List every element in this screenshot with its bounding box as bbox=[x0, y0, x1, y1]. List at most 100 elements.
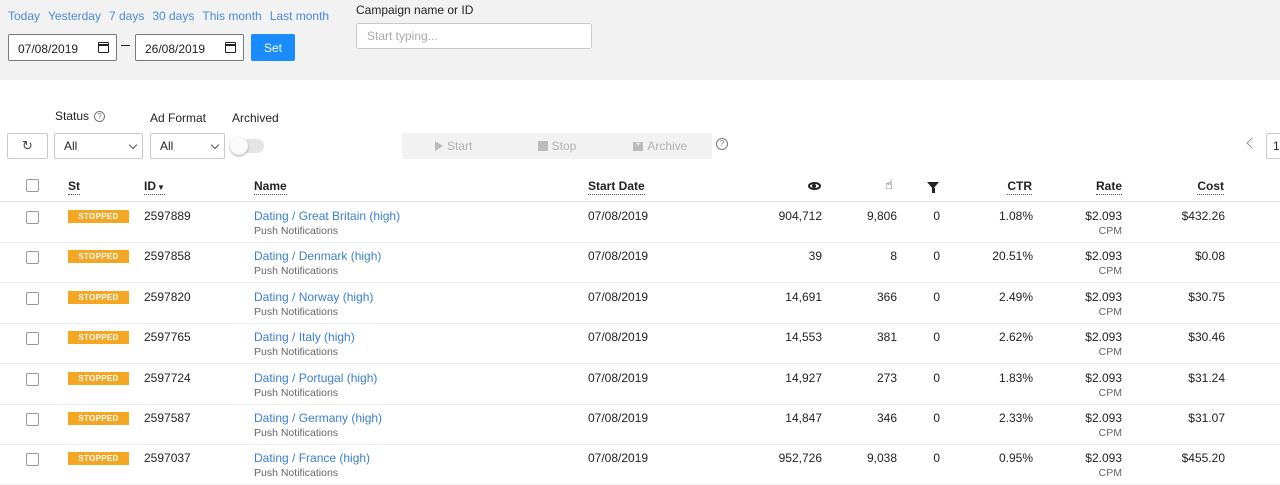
stop-icon bbox=[537, 141, 548, 151]
campaign-start-date: 07/08/2019 bbox=[588, 289, 649, 304]
campaign-ctr: 2.62% bbox=[998, 330, 1033, 345]
eye-icon[interactable] bbox=[808, 182, 821, 190]
campaign-ad-format: Push Notifications bbox=[254, 225, 339, 237]
date-to-input[interactable]: 26/08/2019 bbox=[135, 34, 244, 61]
campaign-clicks: 381 bbox=[876, 330, 897, 345]
campaign-name-link[interactable]: Dating / Italy (high) bbox=[254, 330, 355, 344]
campaign-start-date: 07/08/2019 bbox=[588, 451, 649, 466]
click-icon[interactable]: ☝ bbox=[885, 177, 893, 193]
archive-button[interactable]: Archive bbox=[609, 133, 712, 159]
column-header-cost[interactable]: Cost bbox=[1197, 179, 1224, 195]
campaign-ad-format: Push Notifications bbox=[254, 305, 339, 318]
date-to-value: 26/08/2019 bbox=[145, 42, 206, 56]
column-header-start-date[interactable]: Start Date bbox=[588, 179, 645, 195]
campaign-search-label: Campaign name or ID bbox=[356, 3, 474, 17]
campaign-clicks: 9,038 bbox=[866, 451, 897, 466]
campaign-name-link[interactable]: Dating / France (high) bbox=[254, 451, 370, 465]
date-range-dash bbox=[121, 45, 130, 46]
campaign-name-link[interactable]: Dating / Denmark (high) bbox=[254, 249, 381, 263]
quick-range-7-days[interactable]: 7 days bbox=[109, 9, 144, 23]
row-checkbox[interactable] bbox=[26, 251, 39, 265]
calendar-icon[interactable] bbox=[225, 42, 236, 53]
campaign-cost: $30.75 bbox=[1188, 289, 1225, 304]
quick-range-30-days[interactable]: 30 days bbox=[152, 9, 194, 23]
set-date-button[interactable]: Set bbox=[251, 34, 295, 61]
prev-page-icon[interactable] bbox=[1246, 137, 1258, 149]
help-icon[interactable]: ? bbox=[94, 111, 106, 122]
status-badge: STOPPED bbox=[68, 371, 129, 385]
campaign-id: 2597820 bbox=[144, 289, 191, 304]
status-select[interactable]: All bbox=[54, 133, 143, 159]
campaign-search-input[interactable] bbox=[356, 23, 592, 49]
archived-label: Archived bbox=[232, 111, 279, 125]
campaign-rate: $2.093 bbox=[1085, 451, 1122, 466]
column-header-rate[interactable]: Rate bbox=[1095, 179, 1122, 195]
campaign-cost: $455.20 bbox=[1181, 451, 1225, 466]
campaign-ad-format: Push Notifications bbox=[254, 467, 339, 480]
quick-range-yesterday[interactable]: Yesterday bbox=[48, 9, 101, 23]
campaign-conversions: 0 bbox=[933, 289, 940, 304]
table-row: STOPPED 2597889 Dating / Great Britain (… bbox=[0, 203, 1280, 243]
table-row: STOPPED 2597724 Dating / Portugal (high)… bbox=[0, 365, 1280, 405]
table-header: St ID▼ Name Start Date ☝ CTR Rate Cost bbox=[0, 172, 1280, 202]
refresh-button[interactable]: ↻ bbox=[7, 133, 48, 159]
column-header-name[interactable]: Name bbox=[254, 179, 287, 195]
select-all-checkbox[interactable] bbox=[26, 179, 39, 192]
row-checkbox[interactable] bbox=[26, 291, 39, 305]
row-checkbox[interactable] bbox=[26, 413, 39, 426]
column-header-ctr[interactable]: CTR bbox=[1007, 179, 1032, 195]
row-checkbox[interactable] bbox=[26, 211, 39, 224]
quick-range-today[interactable]: Today bbox=[8, 9, 40, 23]
campaign-name-link[interactable]: Dating / Germany (high) bbox=[254, 411, 382, 425]
row-checkbox[interactable] bbox=[26, 332, 39, 346]
campaign-rate: $2.093 bbox=[1085, 289, 1122, 304]
quick-range-this-month[interactable]: This month bbox=[202, 9, 261, 23]
campaign-clicks: 366 bbox=[876, 289, 897, 304]
campaign-ad-format: Push Notifications bbox=[254, 346, 339, 359]
campaign-rate: $2.093 bbox=[1085, 330, 1122, 345]
campaign-start-date: 07/08/2019 bbox=[588, 249, 649, 264]
archived-toggle[interactable] bbox=[230, 137, 264, 155]
date-from-input[interactable]: 07/08/2019 bbox=[8, 34, 117, 61]
campaign-rate: $2.093 bbox=[1085, 370, 1122, 385]
campaign-cost: $0.08 bbox=[1194, 249, 1225, 264]
column-header-id[interactable]: ID▼ bbox=[144, 179, 165, 195]
table-row: STOPPED 2597765 Dating / Italy (high) Pu… bbox=[0, 324, 1280, 365]
help-icon[interactable]: ? bbox=[716, 138, 728, 150]
ad-format-select-value: All bbox=[160, 139, 174, 153]
refresh-icon: ↻ bbox=[22, 138, 33, 153]
quick-range-last-month[interactable]: Last month bbox=[270, 9, 329, 23]
row-checkbox[interactable] bbox=[26, 453, 39, 467]
column-header-status[interactable]: St bbox=[68, 179, 80, 195]
status-badge: STOPPED bbox=[68, 210, 129, 223]
page-number-input[interactable]: 1 bbox=[1266, 133, 1280, 159]
campaign-ctr: 2.33% bbox=[998, 411, 1033, 425]
start-button[interactable]: Start bbox=[402, 133, 505, 159]
campaign-id: 2597858 bbox=[144, 249, 191, 264]
table-row: STOPPED 2597587 Dating / Germany (high) … bbox=[0, 405, 1280, 445]
campaign-name-link[interactable]: Dating / Norway (high) bbox=[254, 290, 373, 304]
stop-button[interactable]: Stop bbox=[505, 133, 608, 159]
campaign-ad-format: Push Notifications bbox=[254, 265, 339, 278]
campaign-rate-unit: CPM bbox=[1098, 467, 1122, 480]
campaign-start-date: 07/08/2019 bbox=[588, 370, 649, 385]
calendar-icon[interactable] bbox=[98, 42, 109, 53]
campaign-conversions: 0 bbox=[933, 209, 940, 223]
campaign-id: 2597587 bbox=[144, 411, 191, 425]
campaign-ad-format: Push Notifications bbox=[254, 386, 339, 399]
campaign-name-link[interactable]: Dating / Great Britain (high) bbox=[254, 209, 400, 223]
campaign-clicks: 8 bbox=[890, 249, 897, 264]
status-badge: STOPPED bbox=[68, 452, 129, 466]
row-checkbox[interactable] bbox=[26, 372, 39, 386]
campaign-start-date: 07/08/2019 bbox=[588, 330, 649, 345]
status-filter-label: Status? bbox=[55, 109, 106, 123]
ad-format-select[interactable]: All bbox=[150, 133, 225, 159]
campaign-rate-unit: CPM bbox=[1098, 225, 1122, 237]
funnel-icon[interactable] bbox=[927, 182, 939, 193]
campaign-rate-unit: CPM bbox=[1098, 265, 1122, 278]
campaign-conversions: 0 bbox=[933, 411, 940, 425]
campaign-ctr: 20.51% bbox=[992, 249, 1033, 264]
stop-label: Stop bbox=[551, 139, 577, 153]
campaign-start-date: 07/08/2019 bbox=[588, 411, 649, 425]
campaign-name-link[interactable]: Dating / Portugal (high) bbox=[254, 371, 377, 385]
